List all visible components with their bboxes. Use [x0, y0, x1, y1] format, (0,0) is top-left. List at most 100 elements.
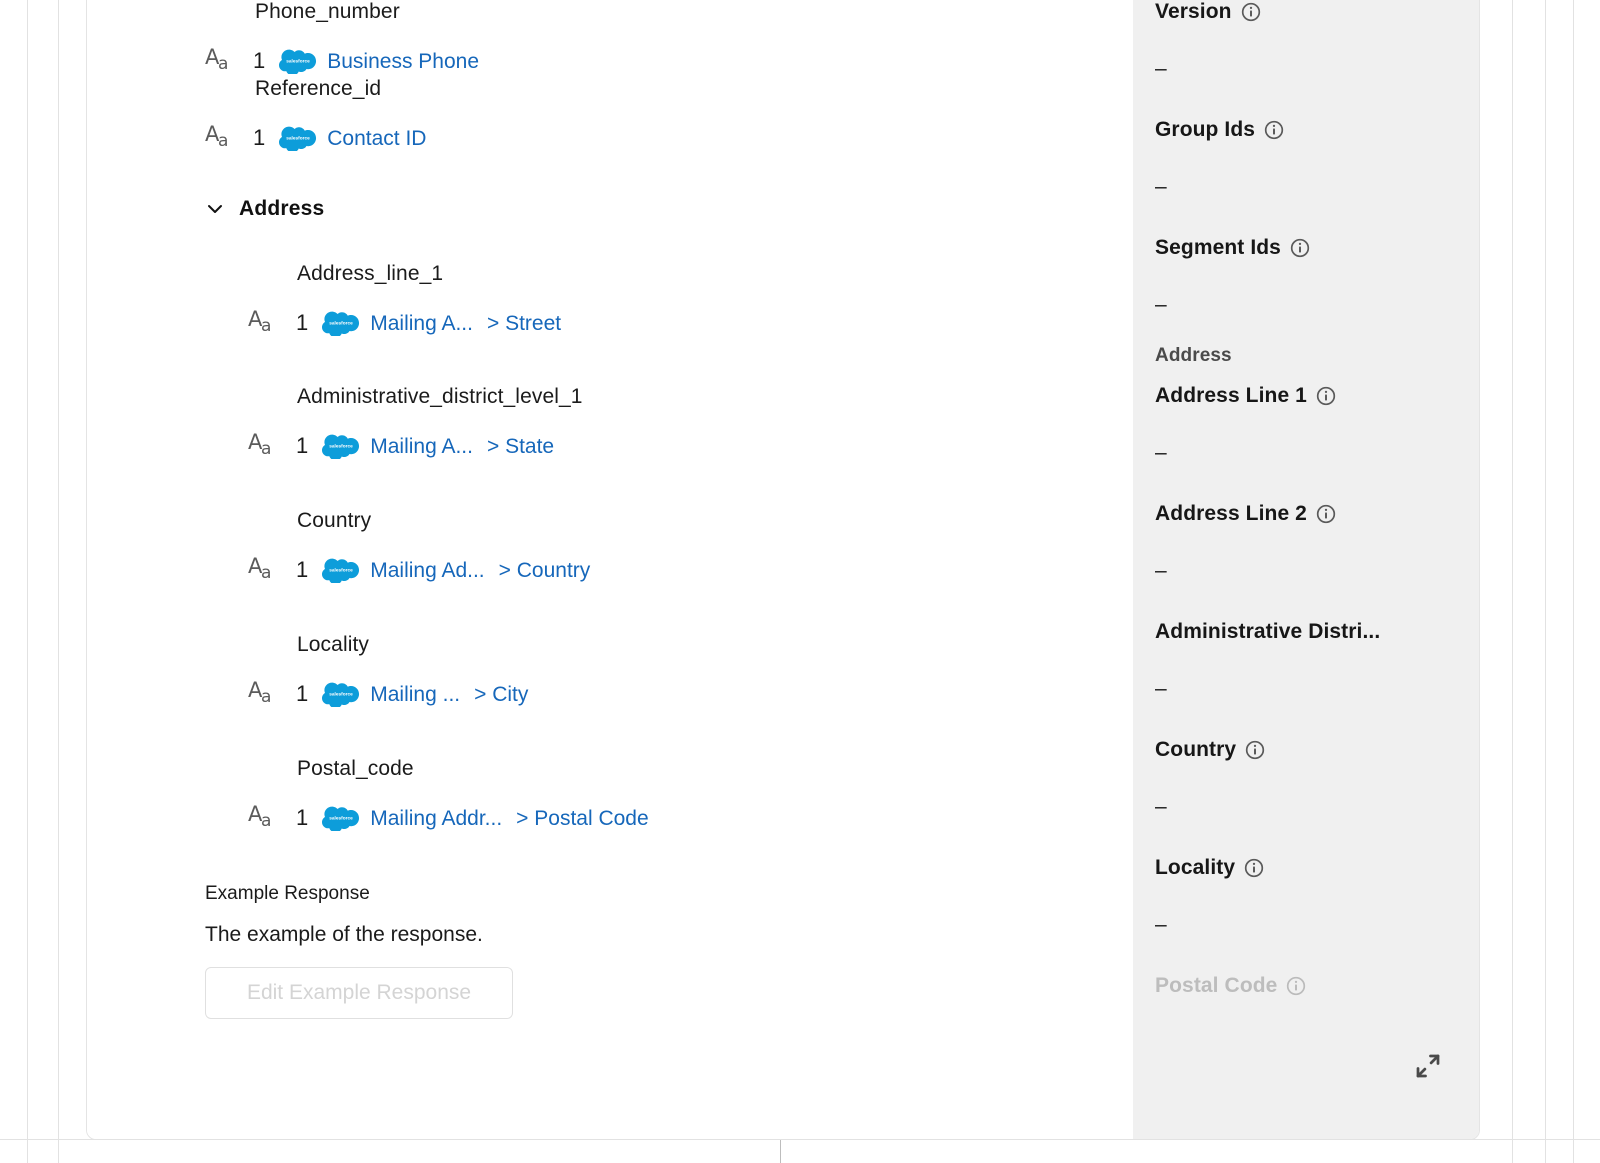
screen-root: Phone_number Aa 1 salesforce Business Phone R…	[0, 0, 1600, 1163]
attribute-value: –	[1155, 913, 1167, 936]
attributes-side-panel: Version – Group Ids – Segment Ids – Address Add…	[1133, 0, 1479, 1139]
attribute-label: Postal Code	[1155, 974, 1278, 997]
mapping-source-link[interactable]: Mailing A...	[370, 313, 473, 334]
svg-text:salesforce: salesforce	[329, 321, 353, 327]
mapping-count: 1	[296, 681, 309, 706]
mapping-count: 1	[296, 805, 309, 830]
mapping-count: 1	[253, 48, 266, 73]
attribute-header: Segment Ids	[1155, 237, 1479, 258]
chrome-rule-bottom-divider	[780, 1140, 781, 1163]
text-type-icon: Aa	[248, 554, 272, 583]
info-icon[interactable]	[1241, 2, 1261, 22]
mapping-source-link[interactable]: Mailing Ad...	[370, 560, 484, 581]
info-icon[interactable]	[1286, 976, 1306, 996]
attribute-item: Address Line 1 –	[1155, 385, 1479, 463]
mapping-row[interactable]: Aa 1 salesforce Mailing Ad... > Country	[248, 555, 1133, 585]
text-type-icon: Aa	[205, 122, 229, 151]
attribute-header: Postal Code	[1155, 975, 1479, 996]
mapping-row[interactable]: Aa 1 salesforce Mailing A... > State	[248, 431, 1133, 461]
mapping-field-group: Postal_code Aa 1 salesforce Mailing Addr... >…	[87, 758, 1133, 833]
svg-text:salesforce: salesforce	[329, 692, 353, 698]
attribute-label: Administrative Distri...	[1155, 620, 1381, 643]
mapping-count: 1	[253, 125, 266, 150]
mapping-field-label: Reference_id	[255, 77, 382, 100]
mapping-source-link[interactable]: Contact ID	[327, 128, 426, 149]
mapping-field-label: Administrative_district_level_1	[297, 385, 583, 408]
attribute-item: Version –	[1155, 1, 1479, 79]
attribute-value: –	[1155, 57, 1167, 80]
salesforce-icon: salesforce	[322, 311, 360, 336]
mapping-count: 1	[296, 310, 309, 335]
mapping-source-link[interactable]: Business Phone	[327, 51, 479, 72]
attribute-value: –	[1155, 441, 1167, 464]
text-type-icon: Aa	[248, 307, 272, 336]
attribute-header: Administrative Distri...	[1155, 621, 1479, 642]
attribute-item: Segment Ids –	[1155, 237, 1479, 315]
attribute-item: Country –	[1155, 739, 1479, 817]
attribute-label: Country	[1155, 738, 1237, 761]
example-response-section: Example Response The example of the resp…	[205, 884, 705, 1019]
mapping-source-link[interactable]: Mailing Addr...	[370, 808, 502, 829]
mapping-field-group: Address_line_1 Aa 1 salesforce Mailing A... >…	[87, 263, 1133, 338]
info-icon[interactable]	[1316, 386, 1336, 406]
attributes-list: Version – Group Ids – Segment Ids – Address Add…	[1155, 1, 1479, 1139]
info-icon[interactable]	[1245, 740, 1265, 760]
salesforce-icon: salesforce	[322, 806, 360, 831]
attribute-header: Address Line 2	[1155, 503, 1479, 524]
mapping-source-link[interactable]: Mailing A...	[370, 436, 473, 457]
mapping-source-subfield[interactable]: > Street	[487, 313, 561, 334]
chevron-down-icon[interactable]	[205, 199, 225, 219]
info-icon[interactable]	[1316, 504, 1336, 524]
mapping-field-group: Reference_id Aa 1 salesforce Contact ID	[87, 78, 1133, 153]
salesforce-icon: salesforce	[279, 126, 317, 151]
example-response-description: The example of the response.	[205, 923, 483, 946]
mapping-field-group: Locality Aa 1 salesforce Mailing ... > City	[87, 634, 1133, 709]
mapping-row[interactable]: Aa 1 salesforce Mailing ... > City	[248, 679, 1133, 709]
attribute-value: –	[1155, 677, 1167, 700]
info-icon[interactable]	[1290, 238, 1310, 258]
chrome-rule-left-2	[58, 0, 59, 1163]
mapping-row[interactable]: Aa 1 salesforce Business Phone	[205, 46, 1133, 76]
mapping-field-group: Country Aa 1 salesforce Mailing Ad... > Count…	[87, 510, 1133, 585]
mapping-field-label: Address_line_1	[297, 262, 444, 285]
detail-card: Phone_number Aa 1 salesforce Business Phone R…	[86, 0, 1480, 1140]
mapping-row[interactable]: Aa 1 salesforce Mailing Addr... > Postal Cod…	[248, 803, 1133, 833]
expand-diagonal-icon[interactable]	[1413, 1051, 1443, 1081]
attribute-value: –	[1155, 175, 1167, 198]
attribute-header: Country	[1155, 739, 1479, 760]
salesforce-icon: salesforce	[322, 434, 360, 459]
mapping-field-label: Country	[297, 509, 372, 532]
chrome-rule-bottom	[0, 1139, 1600, 1140]
chrome-rule-right-1	[1512, 0, 1513, 1163]
mapping-count: 1	[296, 433, 309, 458]
mapping-field-label: Phone_number	[255, 0, 400, 23]
text-type-icon: Aa	[205, 45, 229, 74]
mapping-source-subfield[interactable]: > Country	[499, 560, 591, 581]
mapping-source-subfield[interactable]: > State	[487, 436, 554, 457]
info-icon[interactable]	[1244, 858, 1264, 878]
mapping-source-link[interactable]: Mailing ...	[370, 684, 460, 705]
attribute-label: Address Line 2	[1155, 502, 1307, 525]
mapping-count: 1	[296, 557, 309, 582]
attribute-label: Group Ids	[1155, 118, 1256, 141]
mapping-source-subfield[interactable]: > City	[474, 684, 528, 705]
mapping-row[interactable]: Aa 1 salesforce Mailing A... > Street	[248, 308, 1133, 338]
mapping-source-subfield[interactable]: > Postal Code	[516, 808, 649, 829]
mapping-section-header[interactable]: Address	[205, 197, 1133, 221]
info-icon[interactable]	[1264, 120, 1284, 140]
mapping-field-label: Postal_code	[297, 757, 414, 780]
mapping-field-label: Locality	[297, 633, 370, 656]
attribute-label: Locality	[1155, 856, 1236, 879]
attribute-header: Address Line 1	[1155, 385, 1479, 406]
attribute-value: –	[1155, 293, 1167, 316]
text-type-icon: Aa	[248, 802, 272, 831]
attribute-value: –	[1155, 559, 1167, 582]
chrome-rule-right-3	[1573, 0, 1574, 1163]
svg-text:salesforce: salesforce	[286, 59, 310, 65]
attribute-label: Address Line 1	[1155, 384, 1307, 407]
mapping-row[interactable]: Aa 1 salesforce Contact ID	[205, 123, 1133, 153]
svg-text:salesforce: salesforce	[329, 444, 353, 450]
chrome-rule-left-1	[27, 0, 28, 1163]
text-type-icon: Aa	[248, 678, 272, 707]
edit-example-response-button[interactable]: Edit Example Response	[205, 967, 513, 1019]
